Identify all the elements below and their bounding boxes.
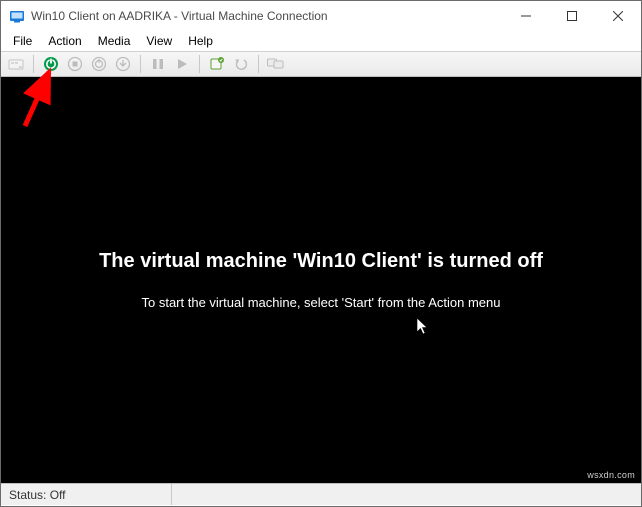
vm-display-area: The virtual machine 'Win10 Client' is tu… (1, 77, 641, 483)
menu-help[interactable]: Help (180, 32, 221, 50)
save-button[interactable] (112, 53, 134, 75)
turn-off-button[interactable] (64, 53, 86, 75)
toolbar (1, 51, 641, 77)
play-icon (175, 57, 189, 71)
power-icon (43, 56, 59, 72)
maximize-button[interactable] (549, 1, 595, 31)
titlebar: Win10 Client on AADRIKA - Virtual Machin… (1, 1, 641, 31)
window-controls (503, 1, 641, 31)
vm-status-heading: The virtual machine 'Win10 Client' is tu… (99, 250, 543, 273)
statusbar: Status: Off (1, 483, 641, 505)
status-separator (171, 484, 172, 505)
menu-media[interactable]: Media (90, 32, 139, 50)
checkpoint-button[interactable] (206, 53, 228, 75)
revert-button[interactable] (230, 53, 252, 75)
keyboard-key-icon (8, 56, 24, 72)
monitors-icon (267, 57, 285, 71)
window-title: Win10 Client on AADRIKA - Virtual Machin… (31, 9, 328, 23)
status-text: Status: Off (1, 488, 171, 502)
checkpoint-icon (209, 56, 225, 72)
menu-action[interactable]: Action (40, 32, 89, 50)
shutdown-button[interactable] (88, 53, 110, 75)
toolbar-separator (33, 55, 34, 73)
ctrl-alt-del-button[interactable] (5, 53, 27, 75)
revert-icon (233, 56, 249, 72)
stop-icon (67, 56, 83, 72)
power-off-icon (91, 56, 107, 72)
app-icon (9, 8, 25, 24)
toolbar-separator (199, 55, 200, 73)
toolbar-separator (258, 55, 259, 73)
close-button[interactable] (595, 1, 641, 31)
vm-status-subtext: To start the virtual machine, select 'St… (141, 295, 500, 310)
enhanced-session-button[interactable] (265, 53, 287, 75)
toolbar-separator (140, 55, 141, 73)
cursor-icon (416, 317, 432, 337)
watermark-text: wsxdn.com (587, 470, 635, 480)
reset-button[interactable] (171, 53, 193, 75)
menu-file[interactable]: File (5, 32, 40, 50)
pause-icon (151, 57, 165, 71)
save-icon (115, 56, 131, 72)
menubar: File Action Media View Help (1, 31, 641, 51)
minimize-button[interactable] (503, 1, 549, 31)
pause-button[interactable] (147, 53, 169, 75)
start-button[interactable] (40, 53, 62, 75)
menu-view[interactable]: View (138, 32, 180, 50)
